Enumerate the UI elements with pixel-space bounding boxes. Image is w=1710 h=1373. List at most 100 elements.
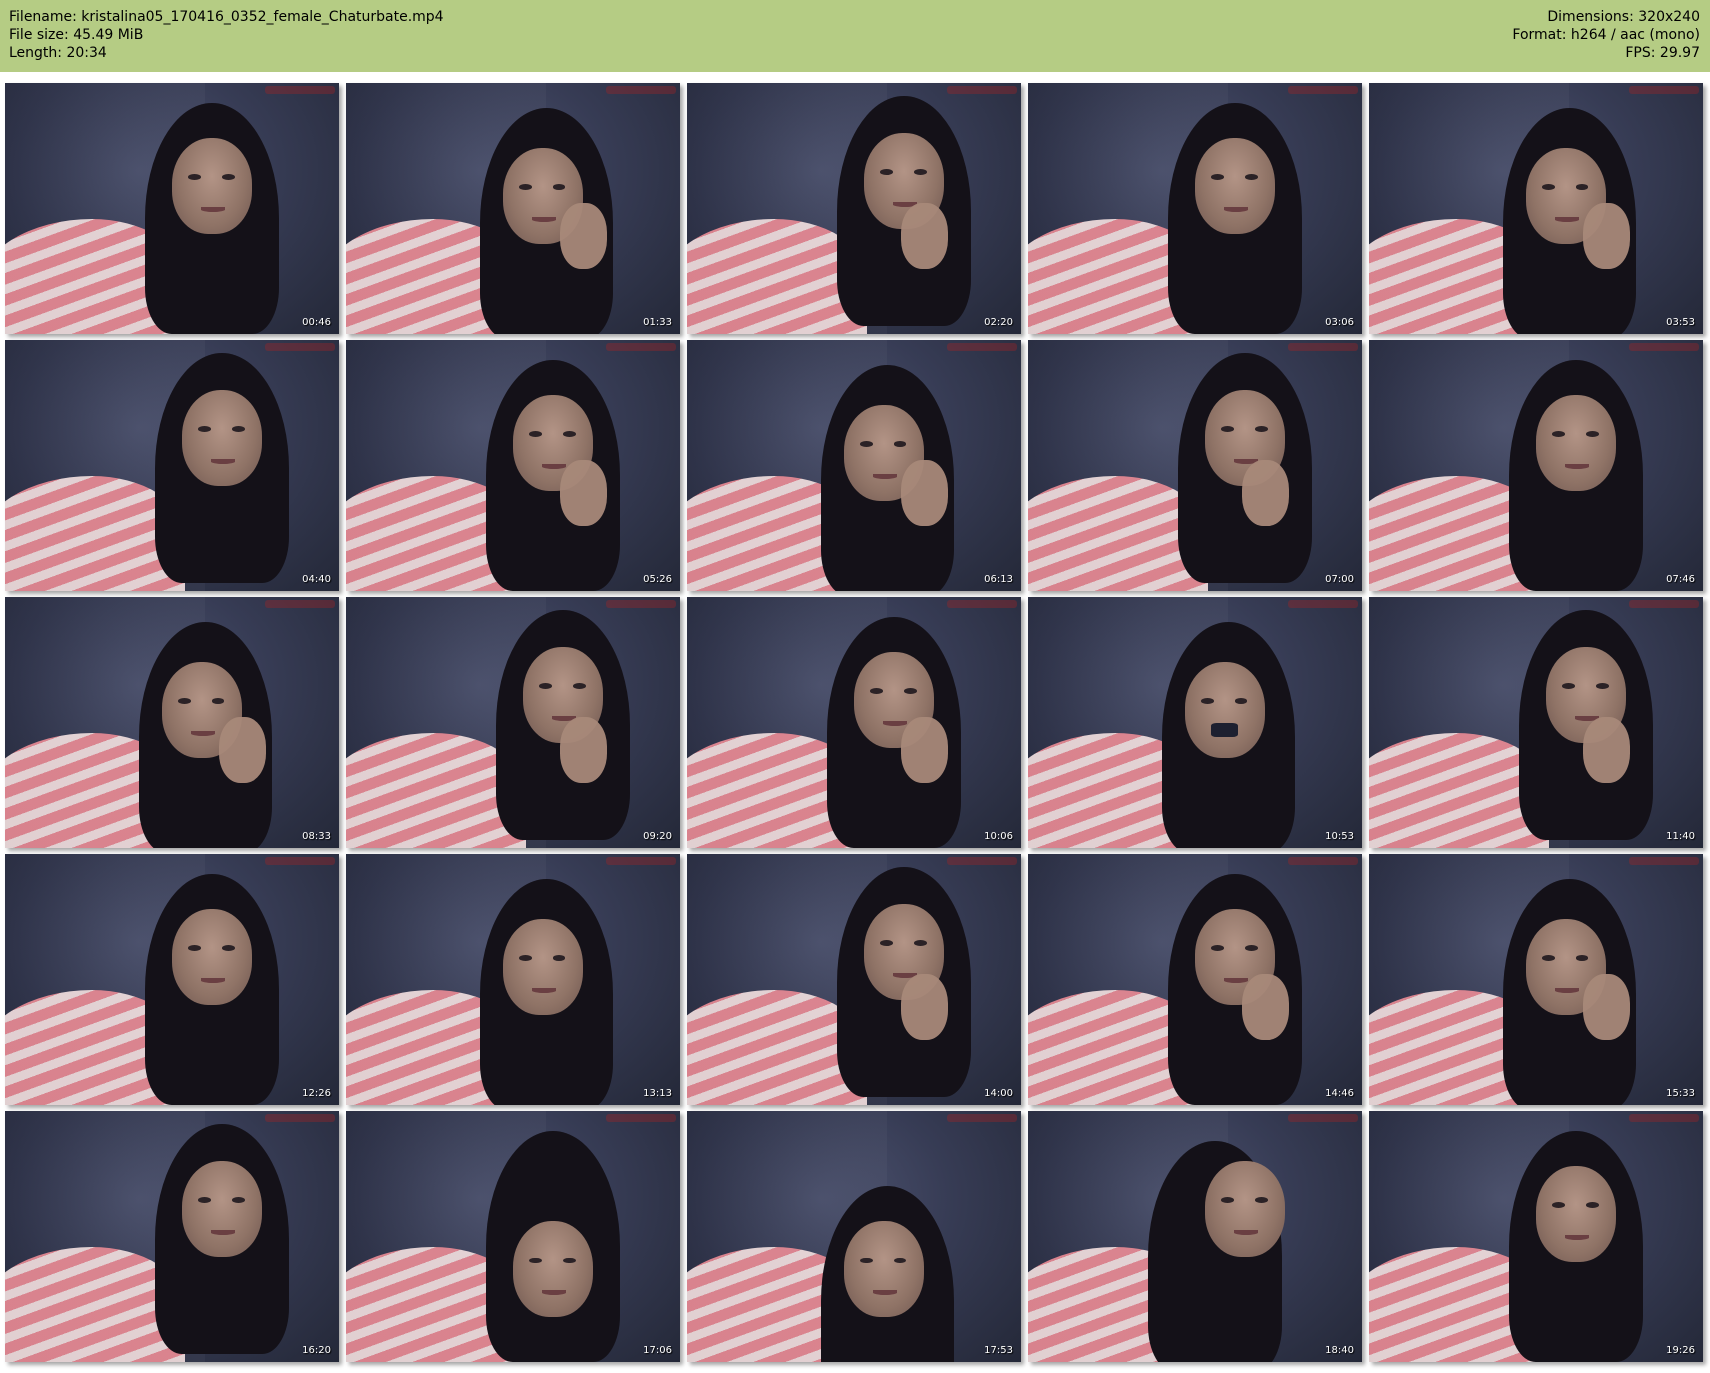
video-thumbnail[interactable]: 00:46 bbox=[5, 83, 339, 334]
filesize-label: File size: 45.49 MiB bbox=[9, 27, 144, 43]
right-eye bbox=[552, 184, 566, 191]
thumbnail-timestamp: 18:40 bbox=[1325, 1345, 1354, 1356]
watermark-logo bbox=[947, 600, 1017, 608]
video-thumbnail[interactable]: 17:53 bbox=[687, 1111, 1021, 1362]
mouth bbox=[872, 1290, 897, 1295]
mouth bbox=[1223, 206, 1248, 212]
video-thumbnail[interactable]: 12:26 bbox=[5, 854, 339, 1105]
right-eye bbox=[231, 1197, 245, 1204]
video-thumbnail[interactable]: 02:20 bbox=[687, 83, 1021, 334]
dimensions-label: Dimensions: 320x240 bbox=[1547, 9, 1700, 25]
thumbnail-timestamp: 17:06 bbox=[643, 1345, 672, 1356]
watermark-logo bbox=[1288, 857, 1358, 865]
left-eye bbox=[1542, 955, 1555, 962]
watermark-logo bbox=[1629, 600, 1699, 608]
watermark-logo bbox=[1629, 857, 1699, 865]
hand bbox=[900, 203, 948, 269]
hand bbox=[218, 717, 266, 783]
left-eye bbox=[1221, 426, 1234, 433]
thumbnail-timestamp: 04:40 bbox=[302, 574, 331, 585]
video-thumbnail[interactable]: 07:00 bbox=[1028, 340, 1362, 591]
watermark-logo bbox=[265, 343, 335, 351]
left-eye bbox=[1211, 945, 1224, 952]
info-header: Filename: kristalina05_170416_0352_femal… bbox=[0, 0, 1710, 72]
left-eye bbox=[880, 169, 893, 176]
watermark-logo bbox=[1288, 343, 1358, 351]
right-eye bbox=[913, 940, 927, 947]
mouth bbox=[872, 473, 897, 479]
watermark-logo bbox=[265, 600, 335, 608]
thumbnail-timestamp: 08:33 bbox=[302, 831, 331, 842]
video-thumbnail[interactable]: 16:20 bbox=[5, 1111, 339, 1362]
video-thumbnail[interactable]: 19:26 bbox=[1369, 1111, 1703, 1362]
watermark-logo bbox=[606, 857, 676, 865]
mouth bbox=[190, 730, 215, 736]
watermark-logo bbox=[1288, 600, 1358, 608]
watermark-logo bbox=[265, 86, 335, 94]
video-thumbnail[interactable]: 08:33 bbox=[5, 597, 339, 848]
video-thumbnail[interactable]: 11:40 bbox=[1369, 597, 1703, 848]
left-eye bbox=[198, 1197, 211, 1204]
video-thumbnail[interactable]: 03:53 bbox=[1369, 83, 1703, 334]
thumbnail-timestamp: 10:06 bbox=[984, 831, 1013, 842]
mouth bbox=[1223, 977, 1248, 983]
video-thumbnail[interactable]: 14:00 bbox=[687, 854, 1021, 1105]
video-thumbnail[interactable]: 10:06 bbox=[687, 597, 1021, 848]
left-eye bbox=[1552, 1202, 1565, 1209]
thumbnail-timestamp: 03:06 bbox=[1325, 317, 1354, 328]
right-eye bbox=[1585, 431, 1599, 438]
watermark-logo bbox=[947, 343, 1017, 351]
video-thumbnail[interactable]: 04:40 bbox=[5, 340, 339, 591]
filename-label: Filename: kristalina05_170416_0352_femal… bbox=[9, 9, 444, 25]
video-thumbnail[interactable]: 13:13 bbox=[346, 854, 680, 1105]
video-thumbnail[interactable]: 05:26 bbox=[346, 340, 680, 591]
watermark-logo bbox=[265, 857, 335, 865]
right-eye bbox=[913, 169, 927, 176]
video-thumbnail[interactable]: 15:33 bbox=[1369, 854, 1703, 1105]
mouth bbox=[1554, 987, 1579, 993]
video-thumbnail[interactable]: 10:53 bbox=[1028, 597, 1362, 848]
thumbnail-timestamp: 05:26 bbox=[643, 574, 672, 585]
left-eye bbox=[188, 174, 201, 181]
watermark-logo bbox=[947, 1114, 1017, 1122]
thumbnail-timestamp: 12:26 bbox=[302, 1088, 331, 1099]
thumbnail-timestamp: 00:46 bbox=[302, 317, 331, 328]
right-eye bbox=[572, 683, 586, 690]
watermark-logo bbox=[1288, 86, 1358, 94]
left-eye bbox=[1221, 1197, 1234, 1204]
thumbnail-timestamp: 03:53 bbox=[1666, 317, 1695, 328]
left-eye bbox=[1552, 431, 1565, 438]
video-thumbnail[interactable]: 14:46 bbox=[1028, 854, 1362, 1105]
thumbnail-timestamp: 15:33 bbox=[1666, 1088, 1695, 1099]
thumbnail-timestamp: 11:40 bbox=[1666, 831, 1695, 842]
video-thumbnail[interactable]: 03:06 bbox=[1028, 83, 1362, 334]
right-eye bbox=[1244, 174, 1258, 181]
hand bbox=[559, 203, 607, 269]
right-eye bbox=[893, 441, 907, 448]
mouth bbox=[531, 987, 556, 993]
right-eye bbox=[1244, 945, 1258, 952]
watermark-logo bbox=[1629, 1114, 1699, 1122]
video-thumbnail[interactable]: 01:33 bbox=[346, 83, 680, 334]
left-eye bbox=[1562, 683, 1575, 690]
thumbnail-timestamp: 07:46 bbox=[1666, 574, 1695, 585]
watermark-logo bbox=[1288, 1114, 1358, 1122]
mouth bbox=[1554, 216, 1579, 222]
fps-label: FPS: 29.97 bbox=[1625, 45, 1700, 61]
hand bbox=[559, 717, 607, 783]
right-eye bbox=[903, 688, 917, 695]
video-thumbnail[interactable]: 07:46 bbox=[1369, 340, 1703, 591]
file-info-right: Dimensions: 320x240 Format: h264 / aac (… bbox=[1512, 8, 1700, 62]
right-eye bbox=[552, 955, 566, 962]
mouth bbox=[200, 206, 225, 212]
video-thumbnail[interactable]: 09:20 bbox=[346, 597, 680, 848]
right-eye bbox=[1234, 698, 1248, 705]
video-thumbnail[interactable]: 18:40 bbox=[1028, 1111, 1362, 1362]
video-thumbnail[interactable]: 06:13 bbox=[687, 340, 1021, 591]
left-eye bbox=[860, 441, 873, 448]
video-thumbnail[interactable]: 17:06 bbox=[346, 1111, 680, 1362]
watermark-logo bbox=[606, 86, 676, 94]
thumbnail-grid: 00:46 01:33 02:20 03:06 03:53 04:40 05:2… bbox=[5, 83, 1705, 1368]
hand bbox=[1241, 460, 1289, 526]
watermark-logo bbox=[1629, 343, 1699, 351]
